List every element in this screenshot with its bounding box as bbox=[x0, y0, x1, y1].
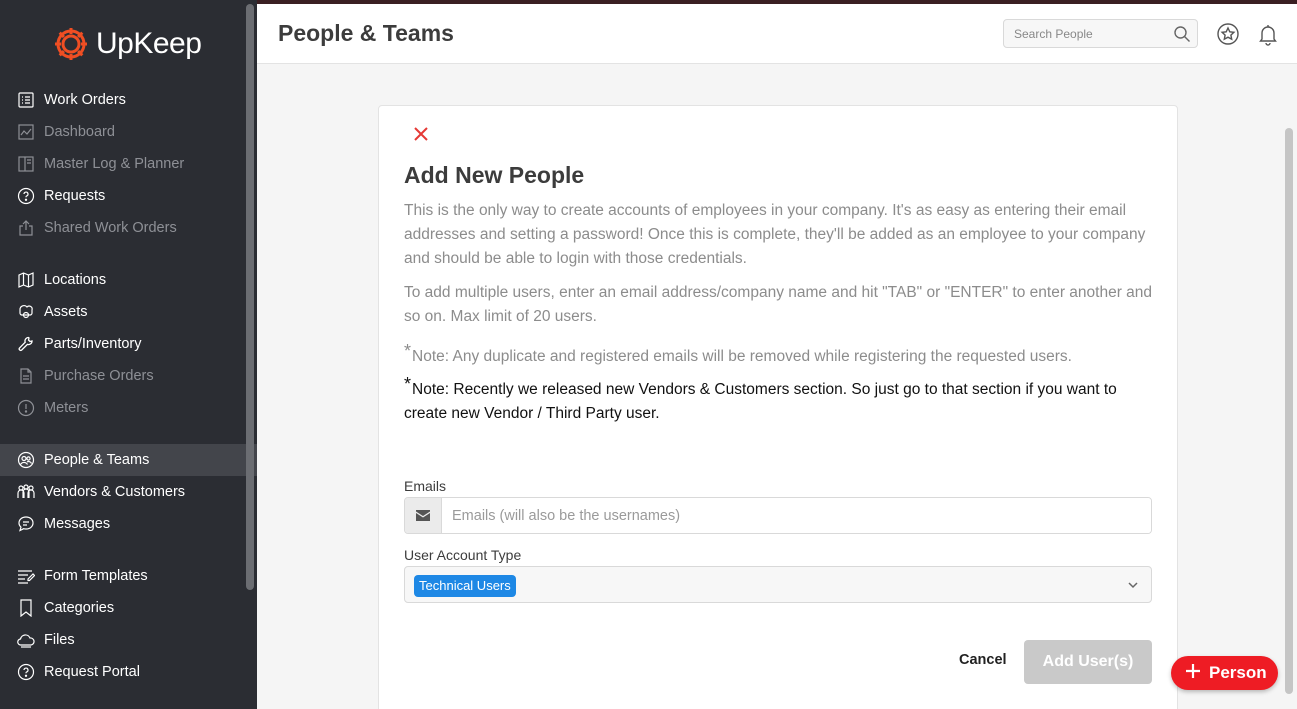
account-type-label: User Account Type bbox=[404, 547, 522, 563]
sidebar-item-requests[interactable]: Requests bbox=[0, 180, 257, 212]
sidebar-item-label: Parts/Inventory bbox=[44, 336, 142, 352]
app-name: UpKeep bbox=[96, 27, 202, 60]
emails-input[interactable] bbox=[442, 498, 1151, 533]
chart-icon bbox=[16, 122, 36, 142]
intro-paragraph: This is the only way to create accounts … bbox=[404, 202, 1146, 267]
sidebar-item-label: Messages bbox=[44, 516, 111, 532]
sidebar-item-label: Form Templates bbox=[44, 568, 148, 584]
sidebar-item-label: People & Teams bbox=[44, 452, 150, 468]
sidebar-item-label: Categories bbox=[44, 600, 115, 616]
sidebar-item-dashboard[interactable]: Dashboard bbox=[0, 116, 257, 148]
search-icon[interactable] bbox=[1173, 25, 1191, 48]
sidebar-item-label: Master Log & Planner bbox=[44, 156, 185, 172]
sidebar-item-label: Shared Work Orders bbox=[44, 220, 177, 236]
emails-label: Emails bbox=[404, 478, 447, 494]
add-users-button[interactable]: Add User(s) bbox=[1024, 640, 1152, 684]
sidebar-nav: Work Orders Dashboard Master Log & Plann… bbox=[0, 84, 257, 688]
sidebar-item-label: Vendors & Customers bbox=[44, 484, 186, 500]
cloud-icon bbox=[16, 630, 36, 650]
sidebar-item-messages[interactable]: Messages bbox=[0, 508, 257, 540]
note-text: Note: Recently we released new Vendors &… bbox=[404, 381, 1117, 422]
sidebar-item-purchase-orders[interactable]: Purchase Orders bbox=[0, 360, 257, 392]
people-icon bbox=[16, 450, 36, 470]
gear-logo-icon bbox=[55, 28, 87, 60]
sidebar-item-work-orders[interactable]: Work Orders bbox=[0, 84, 257, 116]
page-header: People & Teams bbox=[257, 4, 1297, 64]
star-icon[interactable] bbox=[1216, 22, 1240, 46]
close-icon[interactable] bbox=[412, 125, 430, 143]
add-person-label: Person bbox=[1209, 663, 1267, 682]
search-box bbox=[1003, 19, 1198, 48]
sidebar-item-label: Locations bbox=[44, 272, 107, 288]
sidebar-item-form-templates[interactable]: Form Templates bbox=[0, 560, 257, 592]
question-icon bbox=[16, 186, 36, 206]
bell-icon[interactable] bbox=[1256, 22, 1280, 46]
sidebar-scrollbar[interactable] bbox=[246, 4, 254, 590]
page-title: People & Teams bbox=[278, 20, 454, 46]
sidebar-item-shared-work-orders[interactable]: Shared Work Orders bbox=[0, 212, 257, 244]
chat-icon bbox=[16, 514, 36, 534]
sidebar-item-label: Assets bbox=[44, 304, 88, 320]
sidebar-item-label: Purchase Orders bbox=[44, 368, 154, 384]
upkeep-logo[interactable]: UpKeep bbox=[52, 24, 202, 64]
map-icon bbox=[16, 270, 36, 290]
meter-icon bbox=[16, 398, 36, 418]
sidebar-item-people-teams[interactable]: People & Teams bbox=[0, 444, 257, 476]
sidebar-item-request-portal[interactable]: Request Portal bbox=[0, 656, 257, 688]
sidebar-item-vendors-customers[interactable]: Vendors & Customers bbox=[0, 476, 257, 508]
wrench-icon bbox=[16, 334, 36, 354]
sidebar-item-parts-inventory[interactable]: Parts/Inventory bbox=[0, 328, 257, 360]
sidebar-item-label: Request Portal bbox=[44, 664, 140, 680]
list-icon bbox=[16, 90, 36, 110]
sidebar-item-assets[interactable]: Assets bbox=[0, 296, 257, 328]
content-scrollbar[interactable] bbox=[1285, 128, 1293, 694]
vendors-icon bbox=[16, 482, 36, 502]
document-icon bbox=[16, 366, 36, 386]
search-input[interactable] bbox=[1004, 20, 1164, 47]
emails-field-group bbox=[404, 497, 1152, 534]
share-icon bbox=[16, 218, 36, 238]
vendors-note: *Note: Recently we released new Vendors … bbox=[404, 372, 1156, 426]
chevron-down-icon[interactable] bbox=[1127, 578, 1139, 596]
plus-icon bbox=[1185, 663, 1201, 684]
sidebar-item-categories[interactable]: Categories bbox=[0, 592, 257, 624]
sidebar-item-label: Work Orders bbox=[44, 92, 126, 108]
sidebar-item-label: Files bbox=[44, 632, 75, 648]
add-people-modal: Add New People This is the only way to c… bbox=[378, 105, 1178, 709]
sidebar-item-label: Meters bbox=[44, 400, 89, 416]
form-icon bbox=[16, 566, 36, 586]
add-person-button[interactable]: Person bbox=[1171, 656, 1278, 690]
instructions-paragraph: To add multiple users, enter an email ad… bbox=[404, 284, 1153, 325]
note-asterisk: * bbox=[404, 341, 412, 361]
question-icon bbox=[16, 662, 36, 682]
account-type-select[interactable]: Technical Users bbox=[404, 566, 1152, 603]
sidebar-item-files[interactable]: Files bbox=[0, 624, 257, 656]
planner-icon bbox=[16, 154, 36, 174]
note-asterisk: * bbox=[404, 374, 412, 394]
cube-icon bbox=[16, 302, 36, 322]
sidebar-item-label: Dashboard bbox=[44, 124, 115, 140]
sidebar: UpKeep Work Orders Dashboard Master Log … bbox=[0, 0, 257, 709]
cancel-button[interactable]: Cancel bbox=[959, 652, 1007, 668]
sidebar-item-master-log[interactable]: Master Log & Planner bbox=[0, 148, 257, 180]
sidebar-item-meters[interactable]: Meters bbox=[0, 392, 257, 424]
sidebar-item-locations[interactable]: Locations bbox=[0, 264, 257, 296]
duplicate-note: *Note: Any duplicate and registered emai… bbox=[404, 339, 1156, 369]
sidebar-item-label: Requests bbox=[44, 188, 106, 204]
note-text: Note: Any duplicate and registered email… bbox=[412, 348, 1072, 365]
bookmark-icon bbox=[16, 598, 36, 618]
modal-title: Add New People bbox=[404, 162, 585, 188]
selected-account-type-chip[interactable]: Technical Users bbox=[414, 575, 516, 597]
envelope-icon bbox=[405, 498, 442, 533]
